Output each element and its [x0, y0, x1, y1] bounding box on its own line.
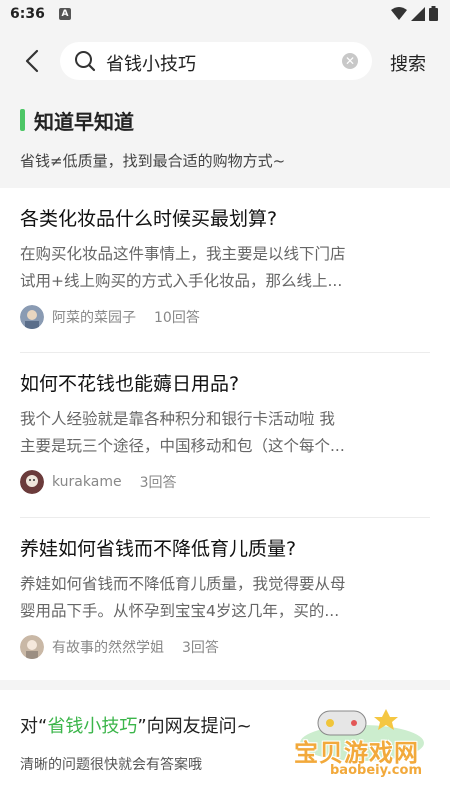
search-input[interactable]: 省钱小技巧 ✕: [60, 42, 372, 80]
search-query: 省钱小技巧: [106, 54, 196, 75]
clear-icon[interactable]: ✕: [342, 53, 358, 69]
topic-title: 知道早知道: [34, 110, 134, 134]
ask-keyword: 省钱小技巧: [47, 716, 138, 737]
question-list: 各类化妆品什么时候买最划算? 在购买化妆品这件事情上，我主要是以线下门店 试用+…: [0, 188, 450, 680]
back-arrow-icon: [25, 49, 39, 73]
search-header: 省钱小技巧 ✕ 搜索: [0, 30, 450, 92]
answer-count: 3回答: [182, 640, 219, 656]
answer-count: 10回答: [154, 310, 200, 326]
wifi-icon: [391, 6, 407, 20]
topic-section: 知道早知道 省钱≠低质量，找到最合适的购物方式~: [0, 92, 450, 188]
ask-suffix: ”向网友提问~: [137, 716, 252, 737]
answer-line: 我个人经验就是靠各种积分和银行卡活动啦 我: [20, 410, 335, 428]
answer-line: 养娃如何省钱而不降低育儿质量，我觉得要从母: [20, 575, 346, 593]
ask-prefix: 对“: [20, 716, 48, 737]
search-button[interactable]: 搜索: [390, 50, 426, 76]
ask-title: 对“省钱小技巧”向网友提问~: [20, 712, 252, 738]
avatar: [20, 635, 44, 659]
author-name: 有故事的然然学姐: [52, 640, 164, 656]
watermark-url: baobeiy.com: [330, 763, 422, 778]
question-meta: kurakame 3回答: [20, 470, 430, 494]
question-meta: 阿菜的菜园子 10回答: [20, 305, 430, 329]
answer-line: 主要是玩三个途径，中国移动和包（这个每个...: [20, 437, 345, 455]
signal-icon: [411, 6, 425, 21]
search-icon: [75, 51, 96, 72]
status-icons: [391, 6, 438, 21]
status-time: 6:36: [10, 6, 45, 22]
question-meta: 有故事的然然学姐 3回答: [20, 635, 430, 659]
author-name: 阿菜的菜园子: [52, 310, 136, 326]
ask-subtitle: 清晰的问题很快就会有答案哦: [20, 757, 202, 773]
answer-preview: 在购买化妆品这件事情上，我主要是以线下门店 试用+线上购买的方式入手化妆品，那么…: [20, 241, 430, 295]
question-title: 各类化妆品什么时候买最划算?: [20, 208, 278, 230]
answer-preview: 养娃如何省钱而不降低育儿质量，我觉得要从母 婴用品下手。从怀孕到宝宝4岁这几年，…: [20, 571, 430, 625]
status-bar: 6:36 A: [0, 0, 450, 30]
watermark-logo: 宝贝游戏网 baobeiy.com: [290, 705, 440, 790]
question-item[interactable]: 如何不花钱也能薅日用品? 我个人经验就是靠各种积分和银行卡活动啦 我 主要是玩三…: [20, 369, 430, 494]
answer-line: 在购买化妆品这件事情上，我主要是以线下门店: [20, 245, 346, 263]
answer-line: 试用+线上购买的方式入手化妆品，那么线上...: [20, 272, 343, 290]
divider: [20, 352, 430, 353]
divider: [20, 517, 430, 518]
battery-icon: [429, 6, 438, 21]
question-item[interactable]: 养娃如何省钱而不降低育儿质量? 养娃如何省钱而不降低育儿质量，我觉得要从母 婴用…: [20, 534, 430, 659]
answer-count: 3回答: [139, 475, 177, 491]
topic-accent-bar: [20, 109, 25, 131]
question-item[interactable]: 各类化妆品什么时候买最划算? 在购买化妆品这件事情上，我主要是以线下门店 试用+…: [20, 204, 430, 329]
avatar: [20, 305, 44, 329]
topic-subtitle: 省钱≠低质量，找到最合适的购物方式~: [20, 152, 286, 170]
avatar: [20, 470, 44, 494]
answer-preview: 我个人经验就是靠各种积分和银行卡活动啦 我 主要是玩三个途径，中国移动和包（这个…: [20, 406, 430, 460]
notification-a-icon: A: [59, 8, 71, 20]
question-title: 养娃如何省钱而不降低育儿质量?: [20, 538, 297, 560]
back-button[interactable]: [18, 46, 48, 76]
author-name: kurakame: [52, 474, 122, 490]
answer-line: 婴用品下手。从怀孕到宝宝4岁这几年，买的...: [20, 602, 340, 620]
question-title: 如何不花钱也能薅日用品?: [20, 373, 240, 395]
